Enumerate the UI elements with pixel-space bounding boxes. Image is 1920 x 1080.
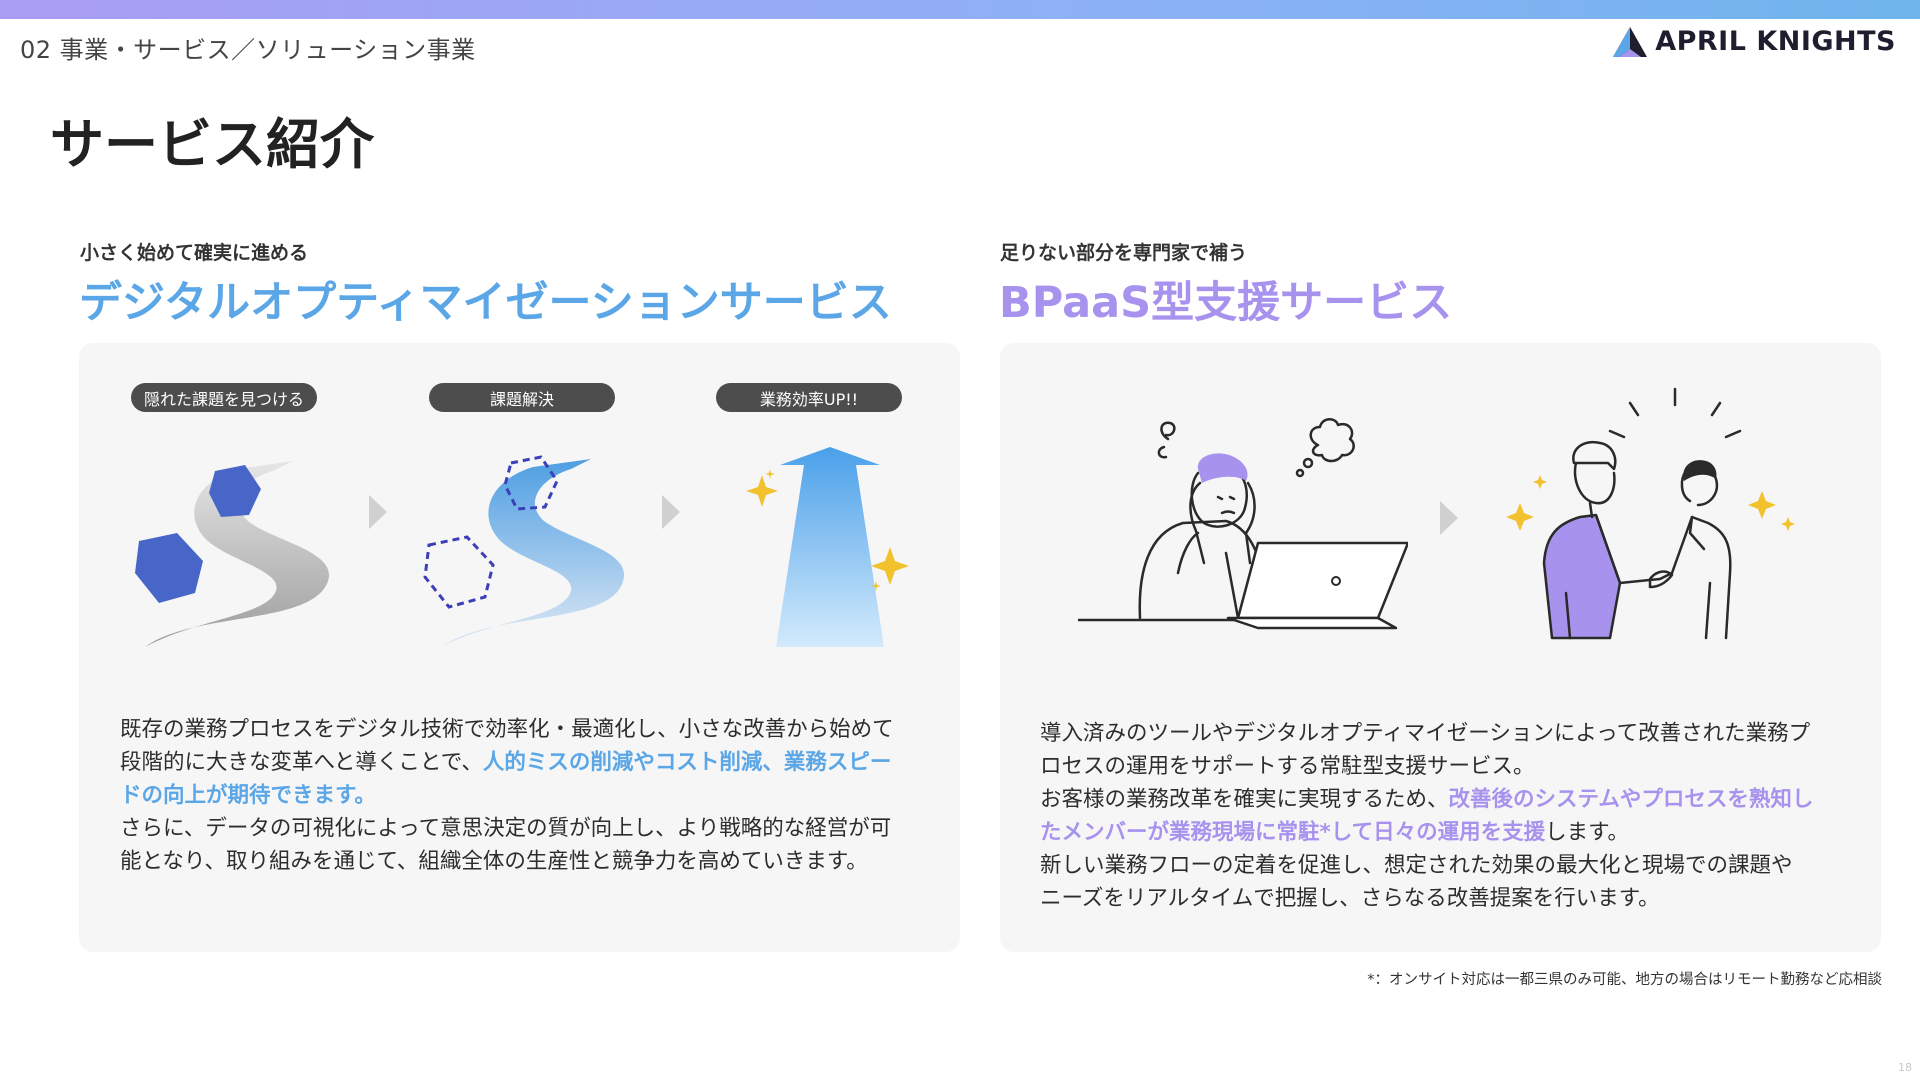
brand-logo: APRIL KNIGHTS bbox=[1613, 26, 1896, 57]
step-arrow-icon bbox=[369, 495, 387, 529]
stressed-worker-icon bbox=[1078, 418, 1408, 630]
right-service-panel: 導入済みのツールやデジタルオプティマイゼーションによって改善された業務プ ロセス… bbox=[1000, 343, 1881, 952]
right-heading: BPaaS型支援サービス bbox=[999, 278, 1453, 328]
highlight-text: ドの向上が期待できます。 bbox=[120, 783, 376, 808]
step-pill-efficiency: 業務効率UP!! bbox=[716, 383, 902, 412]
text-segment: お客様の業務改革を確実に実現するため、 bbox=[1040, 787, 1449, 812]
text-line: たメンバーが業務現場に常駐*して日々の運用を支援します。 bbox=[1040, 816, 1813, 849]
text-line: お客様の業務改革を確実に実現するため、改善後のシステムやプロセスを熟知し bbox=[1040, 783, 1813, 816]
step-arrow-icon bbox=[1440, 501, 1458, 535]
text-line: ニーズをリアルタイムで把握し、さらなる改善提案を行います。 bbox=[1040, 886, 1660, 911]
page-number: 18 bbox=[1898, 1061, 1912, 1074]
top-gradient-bar bbox=[0, 0, 1920, 19]
section-label: 02 事業・サービス／ソリューション事業 bbox=[20, 36, 476, 64]
text-line: さらに、データの可視化によって意思決定の質が向上し、より戦略的な経営が可 bbox=[120, 816, 892, 841]
highlight-text: たメンバーが業務現場に常駐*して日々の運用を支援 bbox=[1040, 820, 1546, 845]
text-line: 能となり、取り組みを通じて、組織全体の生産性と競争力を高めていきます。 bbox=[120, 849, 868, 874]
brand-name: APRIL KNIGHTS bbox=[1655, 26, 1896, 57]
efficiency-arrow-icon bbox=[746, 447, 909, 647]
right-subtitle: 足りない部分を専門家で補う bbox=[1000, 242, 1248, 264]
footnote: *：オンサイト対応は一都三県のみ可能、地方の場合はリモート勤務など応相談 bbox=[1367, 972, 1882, 988]
highlight-text: 改善後のシステムやプロセスを熟知し bbox=[1448, 787, 1814, 812]
road-with-rocks-icon bbox=[135, 461, 330, 647]
step-pill-find: 隠れた課題を見つける bbox=[131, 383, 317, 412]
highlight-text: 人的ミスの削減やコスト削減、業務スピー bbox=[482, 750, 892, 775]
left-subtitle: 小さく始めて確実に進める bbox=[80, 242, 309, 264]
text-line: 段階的に大きな変革へと導くことで、人的ミスの削減やコスト削減、業務スピー bbox=[120, 746, 894, 779]
text-segment: します。 bbox=[1545, 820, 1629, 845]
text-line: 新しい業務フローの定着を促進し、想定された効果の最大化と現場での課題や bbox=[1040, 853, 1793, 878]
page-title: サービス紹介 bbox=[50, 113, 374, 176]
road-solved-icon bbox=[423, 455, 625, 647]
left-heading: デジタルオプティマイゼーションサービス bbox=[79, 278, 892, 328]
left-description: 既存の業務プロセスをデジタル技術で効率化・最適化し、小さな改善から始めて 段階的… bbox=[120, 713, 894, 878]
left-service-panel: 隠れた課題を見つける 課題解決 業務効率UP!! 既存の業務プロセスをデジタル技… bbox=[79, 343, 960, 952]
text-segment: 段階的に大きな変革へと導くことで、 bbox=[120, 750, 483, 775]
text-line: ロセスの運用をサポートする常駐型支援サービス。 bbox=[1040, 754, 1535, 779]
text-line: 導入済みのツールやデジタルオプティマイゼーションによって改善された業務プ bbox=[1040, 721, 1811, 746]
step-arrow-icon bbox=[662, 495, 680, 529]
text-line: 既存の業務プロセスをデジタル技術で効率化・最適化し、小さな改善から始めて bbox=[120, 717, 894, 742]
step-pill-solve: 課題解決 bbox=[429, 383, 615, 412]
right-description: 導入済みのツールやデジタルオプティマイゼーションによって改善された業務プ ロセス… bbox=[1040, 717, 1813, 915]
april-knights-logo-icon bbox=[1613, 26, 1648, 57]
handshake-icon bbox=[1506, 387, 1795, 640]
